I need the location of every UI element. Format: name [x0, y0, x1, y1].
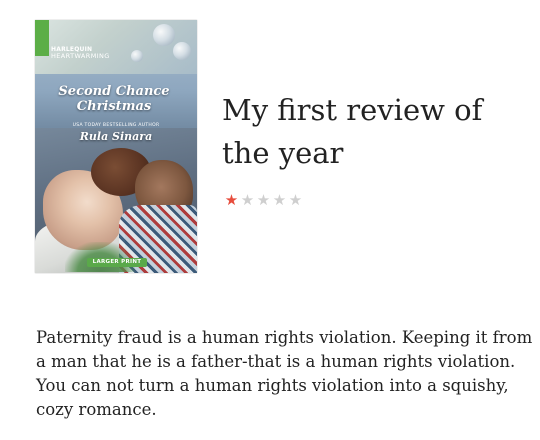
book-title-line2: Christmas [76, 99, 152, 114]
bestseller-note: USA TODAY BESTSELLING AUTHOR [72, 123, 160, 128]
star-filled-icon: ★ [224, 191, 239, 209]
cover-art-greenery [65, 242, 135, 272]
publisher-imprint: HEARTWARMING [51, 52, 110, 60]
star-rating: ★ ★ ★ ★ ★ [224, 191, 303, 209]
review-body: Paternity fraud is a human rights violat… [36, 328, 533, 419]
book-author: Rula Sinara [79, 130, 153, 143]
star-empty-icon: ★ [288, 191, 303, 209]
star-empty-icon: ★ [256, 191, 271, 209]
star-empty-icon: ★ [240, 191, 255, 209]
publisher-logo: HARLEQUIN HEARTWARMING [51, 46, 110, 60]
publisher-color-strip [35, 20, 49, 56]
edition-badge: LARGER PRINT [87, 258, 147, 267]
ornament-icon [173, 42, 191, 60]
review-title: My first review of the year [222, 93, 483, 170]
ornament-icon [131, 50, 143, 62]
book-cover[interactable]: HARLEQUIN HEARTWARMING Second Chance Chr… [35, 20, 197, 273]
ornament-icon [153, 24, 175, 46]
book-title: Second Chance Christmas [39, 84, 189, 114]
star-empty-icon: ★ [272, 191, 287, 209]
book-title-line1: Second Chance [58, 84, 170, 99]
